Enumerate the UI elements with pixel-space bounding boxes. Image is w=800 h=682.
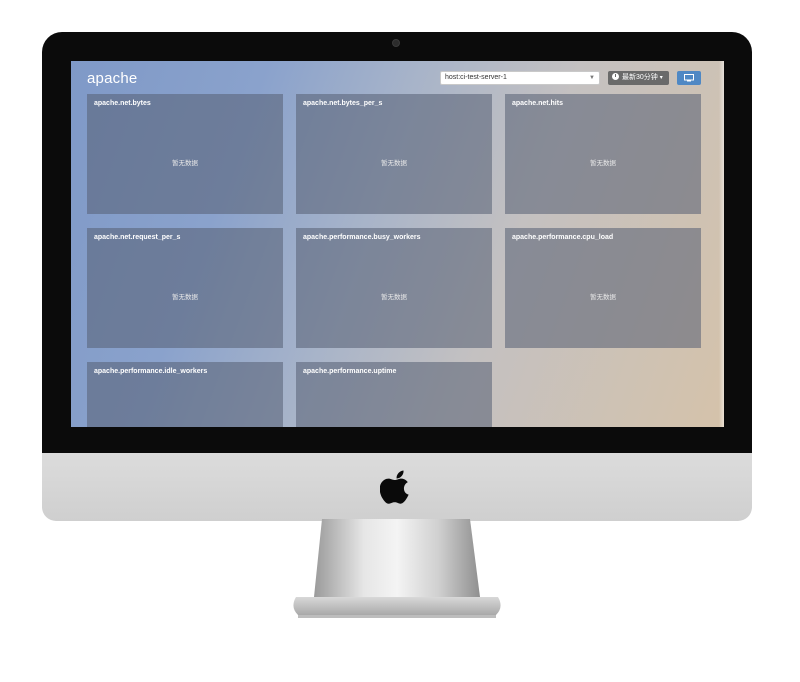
panel-title: apache.performance.busy_workers <box>303 234 421 241</box>
metric-panel[interactable]: apache.performance.cpu_load 暂无数据 <box>505 228 701 348</box>
panel-title: apache.performance.cpu_load <box>512 234 614 241</box>
panel-empty-text: 暂无数据 <box>590 294 616 301</box>
panel-empty-text: 暂无数据 <box>381 294 407 301</box>
panel-empty-text: 暂无数据 <box>172 160 198 167</box>
screen-edge-highlight <box>719 61 724 427</box>
panel-empty-text: 暂无数据 <box>381 160 407 167</box>
page-title: apache <box>87 70 138 87</box>
panel-empty-text: 暂无数据 <box>590 160 616 167</box>
metric-panel[interactable]: apache.performance.idle_workers <box>87 362 283 427</box>
time-range-label: 最新30分钟 <box>622 74 658 81</box>
metric-panel[interactable]: apache.performance.uptime <box>296 362 492 427</box>
metric-panel[interactable]: apache.performance.busy_workers 暂无数据 <box>296 228 492 348</box>
metric-panel[interactable]: apache.net.bytes_per_s 暂无数据 <box>296 94 492 214</box>
metric-panel[interactable]: apache.net.bytes 暂无数据 <box>87 94 283 214</box>
panel-title: apache.net.request_per_s <box>94 234 181 241</box>
panel-title: apache.net.bytes <box>94 100 151 107</box>
monitor-icon <box>684 74 694 82</box>
panel-empty-text: 暂无数据 <box>172 294 198 301</box>
host-select-value: host:ci-test-server-1 <box>445 74 507 81</box>
camera-icon <box>392 39 400 47</box>
dashboard-screen: apache host:ci-test-server-1 ▼ 最新30分钟 ▾ a… <box>71 61 724 427</box>
panel-title: apache.net.bytes_per_s <box>303 100 383 107</box>
metric-panel[interactable]: apache.net.hits 暂无数据 <box>505 94 701 214</box>
imac-mockup: apache host:ci-test-server-1 ▼ 最新30分钟 ▾ a… <box>0 0 800 682</box>
time-range-button[interactable]: 最新30分钟 ▾ <box>608 71 669 85</box>
imac-stand <box>293 519 501 618</box>
panel-title: apache.performance.idle_workers <box>94 368 208 375</box>
host-select[interactable]: host:ci-test-server-1 ▼ <box>440 71 600 85</box>
apple-logo-icon <box>380 470 409 504</box>
caret-down-icon: ▾ <box>659 75 663 81</box>
clock-icon <box>612 73 619 80</box>
chevron-down-icon: ▼ <box>589 75 595 81</box>
metric-panel[interactable]: apache.net.request_per_s 暂无数据 <box>87 228 283 348</box>
panel-title: apache.net.hits <box>512 100 563 107</box>
panel-title: apache.performance.uptime <box>303 368 397 375</box>
fullscreen-monitor-button[interactable] <box>677 71 701 85</box>
